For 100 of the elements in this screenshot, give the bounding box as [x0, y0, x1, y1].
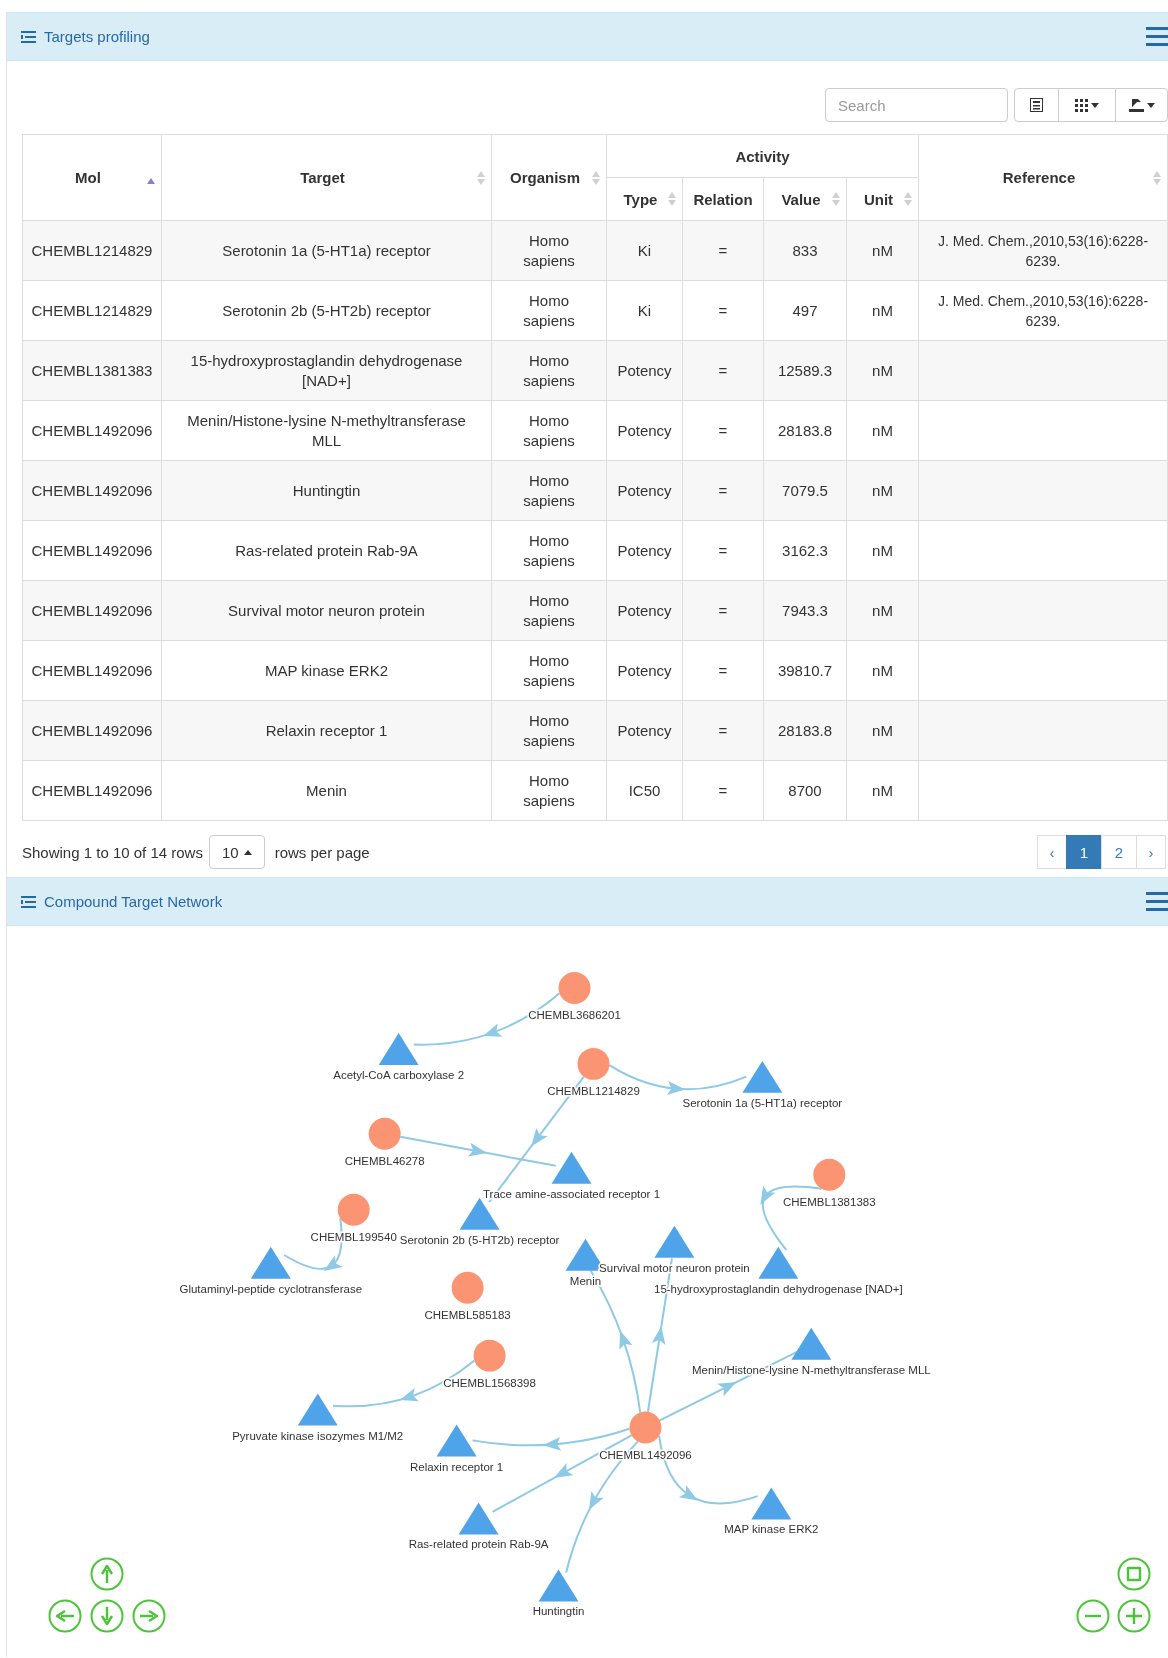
target-node[interactable]: [436, 1424, 477, 1457]
arrow-down-icon: [90, 1599, 124, 1633]
panel-title: Compound Target Network: [44, 893, 224, 910]
zoom-out-button[interactable]: [1075, 1599, 1110, 1633]
target-node[interactable]: [250, 1246, 291, 1279]
column-header[interactable]: Mol: [29, 169, 147, 186]
sort-icon[interactable]: [904, 191, 912, 207]
table-cell: nM: [846, 580, 919, 641]
arrow-right-icon: [132, 1599, 166, 1633]
table-cell: =: [682, 220, 764, 281]
sort-icon[interactable]: [592, 169, 600, 186]
table-cell: nM: [846, 760, 919, 821]
compound-node[interactable]: [558, 971, 591, 1004]
table-cell-text: Homo sapiens: [522, 290, 576, 331]
table-cell: 39810.7: [763, 640, 847, 701]
table-cell: nM: [846, 340, 919, 401]
sort-icon[interactable]: [832, 191, 840, 207]
table-cell: nM: [846, 520, 919, 581]
sort-icon[interactable]: [477, 169, 485, 186]
table-cell: =: [682, 640, 764, 701]
table-cell-text: Homo sapiens: [522, 590, 576, 631]
table-cell: =: [682, 340, 764, 401]
table-cell: Potency: [606, 400, 683, 461]
list-icon: [21, 895, 36, 908]
caret-icon: [1091, 102, 1099, 108]
sort-icon[interactable]: [668, 191, 676, 207]
table-cell: CHEMBL1381383: [22, 340, 162, 401]
table-cell-text: Homo sapiens: [522, 470, 576, 511]
target-node[interactable]: [751, 1487, 792, 1520]
table-cell: Survival motor neuron protein: [161, 580, 492, 641]
node-label: CHEMBL46278: [344, 1154, 425, 1167]
target-node[interactable]: [654, 1225, 695, 1258]
table-cell: =: [682, 520, 764, 581]
table-cell: =: [682, 460, 764, 521]
table-cell: Ki: [606, 220, 683, 281]
menu-icon[interactable]: [1146, 892, 1168, 911]
compound-node[interactable]: [451, 1271, 484, 1304]
node-label: Glutaminyl-peptide cyclotransferase: [179, 1282, 363, 1295]
target-node[interactable]: [378, 1032, 419, 1065]
table-cell-text: Homo sapiens: [522, 770, 576, 811]
compound-node[interactable]: [337, 1193, 370, 1226]
toggle-view-button[interactable]: [1014, 88, 1059, 122]
column-header: Activity: [734, 147, 791, 165]
target-node[interactable]: [458, 1502, 499, 1535]
target-node[interactable]: [742, 1060, 783, 1093]
arrow-up-icon: [90, 1557, 124, 1591]
pan-up-button[interactable]: [90, 1557, 124, 1591]
page-button[interactable]: ›: [1136, 835, 1166, 869]
table-cell: CHEMBL1214829: [22, 220, 162, 281]
column-header[interactable]: Target: [168, 169, 477, 186]
node-label: Serotonin 2b (5-HT2b) receptor: [399, 1233, 560, 1246]
pan-right-button[interactable]: [132, 1599, 166, 1633]
node-label: MAP kinase ERK2: [724, 1523, 819, 1536]
compound-node[interactable]: [813, 1158, 846, 1191]
page-size-dropdown[interactable]: 10: [208, 835, 265, 869]
node-label: Menin/Histone-lysine N-methyltransferase MLL: [691, 1363, 931, 1376]
columns-button[interactable]: [1058, 88, 1116, 122]
table-cell: Potency: [606, 580, 683, 641]
target-node[interactable]: [297, 1393, 338, 1426]
menu-icon[interactable]: [1146, 27, 1168, 46]
search-field[interactable]: Search: [825, 88, 1008, 122]
table-cell: Potency: [606, 340, 683, 401]
table-cell: CHEMBL1214829: [22, 280, 162, 341]
page-button[interactable]: 1: [1066, 835, 1102, 869]
column-header[interactable]: Organism: [498, 169, 592, 186]
page-button[interactable]: 2: [1101, 835, 1137, 869]
table-cell: MAP kinase ERK2: [161, 640, 492, 701]
pan-left-button[interactable]: [48, 1599, 82, 1633]
target-node[interactable]: [758, 1246, 799, 1279]
node-label: CHEMBL3686201: [528, 1008, 621, 1021]
table-cell: Potency: [606, 640, 683, 701]
target-node[interactable]: [538, 1569, 579, 1602]
sort-icon[interactable]: [1153, 169, 1161, 186]
table-cell: nM: [846, 280, 919, 341]
compound-node[interactable]: [629, 1411, 662, 1444]
table-cell: 497: [763, 280, 847, 341]
sort-ascending-icon[interactable]: [147, 177, 155, 184]
compound-node[interactable]: [368, 1117, 401, 1150]
table-cell: =: [682, 760, 764, 821]
table-cell-text: Homo sapiens: [522, 410, 576, 451]
compound-node[interactable]: [473, 1339, 506, 1372]
table-cell: J. Med. Chem.,2010,53(16):6228-6239.: [918, 280, 1168, 341]
fit-button[interactable]: [1116, 1557, 1151, 1591]
column-header[interactable]: Reference: [925, 169, 1153, 186]
target-node[interactable]: [791, 1327, 832, 1360]
node-label: Trace amine-associated receptor 1: [483, 1187, 661, 1200]
node-label: CHEMBL1568398: [443, 1376, 536, 1389]
zoom-in-button[interactable]: [1116, 1599, 1151, 1633]
table-cell: J. Med. Chem.,2010,53(16):6228-6239.: [918, 220, 1168, 281]
page-button[interactable]: ‹: [1037, 835, 1067, 869]
panel-title: Targets profiling: [44, 28, 151, 45]
table-cell: 8700: [763, 760, 847, 821]
target-node[interactable]: [459, 1197, 500, 1230]
node-label: Huntingtin: [532, 1605, 585, 1618]
target-node[interactable]: [551, 1151, 592, 1184]
compound-node[interactable]: [577, 1047, 610, 1080]
pan-down-button[interactable]: [90, 1599, 124, 1633]
grid-icon: [1075, 98, 1088, 112]
table-cell: CHEMBL1492096: [22, 580, 162, 641]
export-button[interactable]: [1115, 88, 1168, 122]
